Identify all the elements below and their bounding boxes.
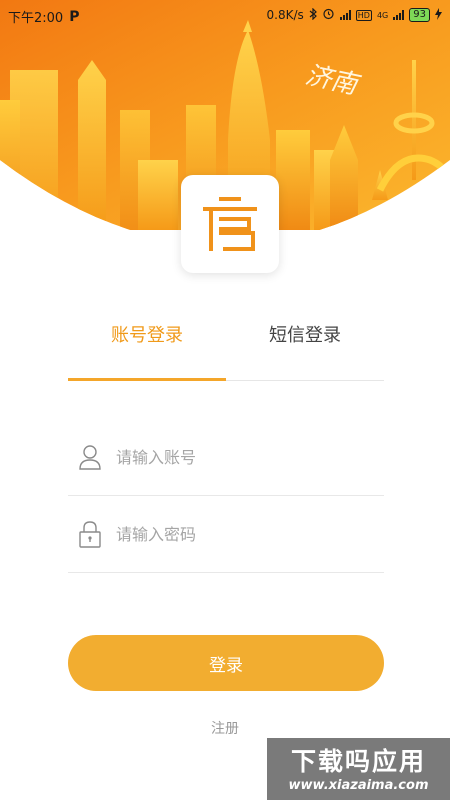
watermark-logo: 下载吗应用 www.xiazaima.com (267, 738, 450, 800)
password-field-row (68, 496, 384, 573)
active-tab-indicator (68, 378, 226, 381)
network-type: 4G (376, 10, 389, 20)
login-tabs: 账号登录 短信登录 (68, 316, 384, 380)
bluetooth-icon (309, 7, 317, 23)
battery-level: 93 (409, 8, 430, 22)
user-icon (72, 439, 108, 475)
signal-icon-2 (393, 10, 405, 20)
tab-sms-login[interactable]: 短信登录 (226, 316, 384, 380)
account-field-row (68, 419, 384, 496)
battery-icon: 93 (409, 8, 430, 22)
signal-icon (339, 10, 351, 20)
app-logo (181, 175, 279, 273)
status-bar: 下午2:00 P 0.8K/s HD 4G 93 (0, 0, 450, 30)
tab-divider (226, 380, 384, 381)
watermark-url: www.xiazaima.com (288, 778, 429, 793)
tab-account-login[interactable]: 账号登录 (68, 316, 226, 380)
alarm-icon (322, 7, 335, 23)
house-logo-icon (203, 197, 257, 251)
watermark-title: 下载吗应用 (290, 747, 426, 776)
status-time: 下午2:00 (8, 11, 64, 26)
account-input[interactable] (114, 446, 368, 468)
parking-app-icon: P (69, 8, 80, 25)
hd-badge: HD (355, 9, 372, 21)
login-button[interactable]: 登录 (68, 635, 384, 691)
register-link[interactable]: 注册 (0, 718, 450, 738)
net-speed: 0.8K/s (266, 8, 304, 22)
charging-icon (435, 7, 442, 23)
password-input[interactable] (114, 523, 368, 545)
lock-icon (72, 516, 108, 552)
